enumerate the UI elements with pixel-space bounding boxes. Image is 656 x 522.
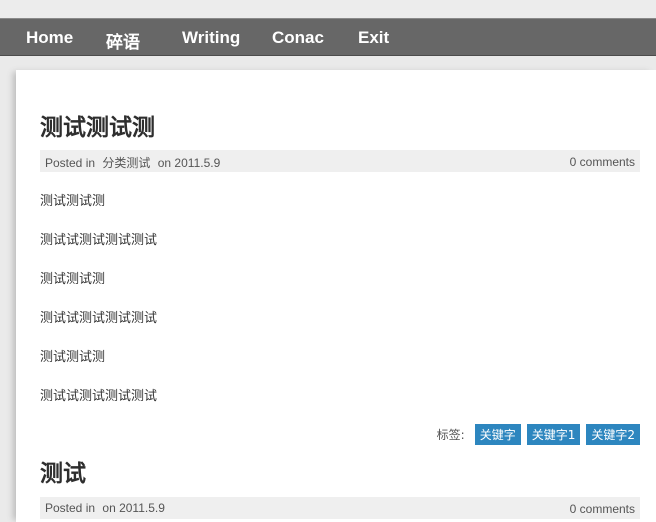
nav-item-conac[interactable]: Conac <box>272 28 324 48</box>
tag-link[interactable]: 关键字 <box>474 424 521 445</box>
tags-label: 标签: <box>436 428 465 442</box>
post-paragraph: 测试测试测 <box>40 350 106 365</box>
tag-link[interactable]: 关键字2 <box>586 424 640 445</box>
post-paragraph: 测试试测试测试测试 <box>40 389 158 404</box>
tag-link[interactable]: 关键字1 <box>526 424 581 445</box>
post-meta: Posted in on 2011.5.9 0 comments <box>40 497 640 519</box>
posted-in-label: Posted in <box>45 156 96 170</box>
nav-item-home[interactable]: Home <box>26 28 73 48</box>
category-link[interactable]: 分类测试 <box>102 156 150 170</box>
post-paragraph: 测试测试测 <box>40 272 106 287</box>
post-paragraph: 测试测试测 <box>40 194 106 209</box>
main-nav: Home 碎语 Writing Conac Exit <box>0 18 656 56</box>
site-title-fragment: ▀▀▀▀ ▀▀▀ <box>24 0 269 18</box>
nav-item-exit[interactable]: Exit <box>358 28 389 48</box>
post-paragraph: 测试试测试测试测试 <box>40 233 158 248</box>
post-meta: Posted in 分类测试 on 2011.5.9 0 comments <box>40 150 640 172</box>
post-title[interactable]: 测试 <box>40 454 86 488</box>
post-title[interactable]: 测试测试测 <box>40 108 155 142</box>
comments-link[interactable]: 0 comments <box>570 502 635 516</box>
comments-link[interactable]: 0 comments <box>570 155 635 169</box>
posted-in-label: Posted in <box>45 501 96 515</box>
post-paragraph: 测试试测试测试测试 <box>40 311 158 326</box>
content-panel: 测试测试测 Posted in 分类测试 on 2011.5.9 0 comme… <box>16 70 656 522</box>
tags-row: 标签: 关键字 关键字1 关键字2 <box>436 424 640 445</box>
post-date: on 2011.5.9 <box>157 156 221 170</box>
post-date: on 2011.5.9 <box>102 501 165 515</box>
site-header: ▀▀▀▀ ▀▀▀ <box>0 0 656 18</box>
nav-item-writing[interactable]: Writing <box>182 28 240 48</box>
nav-item-suiyu[interactable]: 碎语 <box>106 28 140 53</box>
